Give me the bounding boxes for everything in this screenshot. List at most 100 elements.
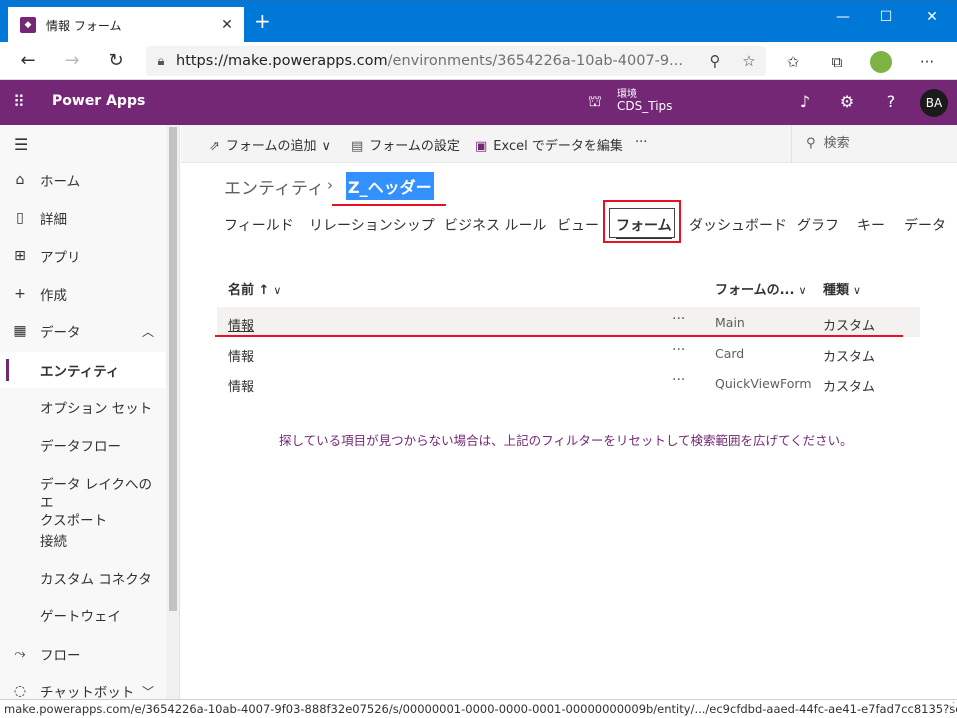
hamburger-menu-icon[interactable]: ☰ xyxy=(14,135,28,154)
zoom-icon[interactable]: ⚲ xyxy=(698,52,732,70)
minimize-icon[interactable]: — xyxy=(823,5,863,29)
nav-item-label: カスタム コネクタ xyxy=(40,572,152,588)
column-header-label: フォームの... xyxy=(715,283,795,298)
maximize-icon[interactable]: ☐ xyxy=(866,5,906,29)
forward-icon[interactable]: → xyxy=(58,48,86,74)
column-header-label: 種類 xyxy=(823,283,850,298)
nav-item-home[interactable]: ⌂ ホーム xyxy=(0,162,166,198)
more-commands-button[interactable]: ··· xyxy=(635,135,647,150)
add-form-button[interactable]: ⇗ フォームの追加 ∨ xyxy=(209,135,331,154)
red-annotation-underline xyxy=(332,204,446,206)
tab-charts[interactable]: グラフ xyxy=(797,215,839,235)
settings-gear-icon[interactable]: ⚙ xyxy=(836,92,858,111)
browser-menu-icon[interactable]: ··· xyxy=(914,50,940,74)
row-kind: カスタム xyxy=(823,319,876,334)
waffle-icon[interactable]: ⠿ xyxy=(13,93,31,111)
nav-item-gateways[interactable]: ゲートウェイ xyxy=(0,597,166,633)
nav-item-option-sets[interactable]: オプション セット xyxy=(0,389,166,425)
user-avatar[interactable]: BA xyxy=(920,89,948,117)
scroll-thumb[interactable] xyxy=(169,127,177,611)
nav-item-label: オプション セット xyxy=(40,401,153,417)
app-header: ⠿ Power Apps ⛫ 環境 CDS_Tips ♪ ⚙ ? BA xyxy=(0,80,957,125)
nav-scrollbar[interactable] xyxy=(166,125,179,699)
app-name[interactable]: Power Apps xyxy=(52,93,145,109)
table-row[interactable]: 情報 ··· Main カスタム xyxy=(217,307,920,337)
column-header-label: 名前 ↑ xyxy=(228,283,270,298)
tab-dashboards[interactable]: ダッシュボード xyxy=(689,215,787,235)
table-row[interactable]: 情報 ··· QuickViewForm カスタム xyxy=(217,368,920,398)
breadcrumb-entities[interactable]: エンティティ xyxy=(224,174,324,199)
search-box[interactable]: ⚲ 検索 xyxy=(791,125,957,163)
collections-icon[interactable]: ⧉ xyxy=(824,50,850,74)
column-header-kind[interactable]: 種類 ∨ xyxy=(823,279,861,298)
new-tab-button[interactable]: + xyxy=(254,11,271,31)
url-field[interactable]: 🔒︎ https://make.powerapps.com/environmen… xyxy=(146,46,766,76)
refresh-icon[interactable]: ↻ xyxy=(102,48,130,74)
tab-relationships[interactable]: リレーションシップ xyxy=(309,215,435,235)
close-window-icon[interactable]: ✕ xyxy=(912,5,952,29)
nav-item-label: 作成 xyxy=(40,288,67,304)
nav-item-chatbots[interactable]: ◌ チャットボット ﹀ xyxy=(0,673,166,699)
nav-item-label: ホーム xyxy=(40,174,81,190)
environment-name[interactable]: CDS_Tips xyxy=(617,99,672,113)
row-more-button[interactable]: ··· xyxy=(672,372,685,388)
tab-data[interactable]: データ xyxy=(904,215,946,235)
nav-item-entities[interactable]: エンティティ xyxy=(0,352,166,388)
row-more-button[interactable]: ··· xyxy=(672,311,685,327)
nav-item-label: データ レイクへのエ xyxy=(40,477,153,511)
lock-icon: 🔒︎ xyxy=(157,53,165,69)
nav-item-label: データ xyxy=(40,325,81,341)
nav-item-custom-connectors[interactable]: カスタム コネクタ xyxy=(0,560,166,596)
form-settings-button[interactable]: ▤ フォームの設定 xyxy=(351,135,460,154)
add-form-label: フォームの追加 xyxy=(225,139,317,154)
favorite-star-icon[interactable]: ☆ xyxy=(732,52,766,70)
chevron-down-icon: ∨ xyxy=(321,139,332,154)
nav-item-create[interactable]: + 作成 xyxy=(0,276,166,312)
favorites-icon[interactable]: ✩ xyxy=(780,50,806,74)
nav-item-label: フロー xyxy=(40,648,81,664)
form-settings-label: フォームの設定 xyxy=(369,139,460,154)
nav-item-label: ゲートウェイ xyxy=(40,609,121,625)
tab-keys[interactable]: キー xyxy=(857,215,885,235)
tab-business-rules[interactable]: ビジネス ルール xyxy=(444,215,546,235)
row-more-button[interactable]: ··· xyxy=(672,342,685,358)
nav-item-dataflows[interactable]: データフロー xyxy=(0,427,166,463)
breadcrumb-separator: › xyxy=(327,176,333,194)
table-row[interactable]: 情報 ··· Card カスタム xyxy=(217,338,920,368)
page-title: Z_ヘッダー xyxy=(346,172,434,200)
resize-grip-icon: ⋰ xyxy=(945,701,955,712)
column-header-form-type[interactable]: フォームの... ∨ xyxy=(715,279,807,298)
close-tab-icon[interactable]: ✕ xyxy=(216,17,238,33)
chevron-up-icon[interactable]: ︿ xyxy=(142,323,154,340)
column-header-name[interactable]: 名前 ↑ ∨ xyxy=(228,279,281,298)
chevron-down-icon: ∨ xyxy=(798,284,807,297)
nav-item-apps[interactable]: ⊞ アプリ xyxy=(0,238,166,274)
row-form-type: QuickViewForm xyxy=(715,376,812,391)
tab-views[interactable]: ビュー xyxy=(557,215,599,235)
tab-fields[interactable]: フィールド xyxy=(224,215,294,235)
nav-item-learn[interactable]: ▯ 詳細 xyxy=(0,200,166,236)
nav-item-data[interactable]: ▦ データ ︿ xyxy=(0,313,166,349)
row-name-link[interactable]: 情報 xyxy=(228,346,254,365)
search-placeholder: 検索 xyxy=(823,136,850,151)
form-settings-icon: ▤ xyxy=(351,139,364,154)
environment-icon[interactable]: ⛫ xyxy=(588,92,602,112)
browser-tab[interactable]: ◆ 情報 フォーム ✕ xyxy=(8,7,244,43)
nav-item-flows[interactable]: ⤳ フロー xyxy=(0,636,166,672)
back-icon[interactable]: ← xyxy=(14,48,42,74)
row-name-link[interactable]: 情報 xyxy=(228,376,254,395)
edit-in-excel-button[interactable]: ▣ Excel でデータを編集 xyxy=(475,135,623,154)
status-url: make.powerapps.com/e/3654226a-10ab-4007-… xyxy=(4,702,957,716)
nav-item-connections[interactable]: 接続 xyxy=(0,522,166,558)
chevron-down-icon[interactable]: ﹀ xyxy=(142,683,154,700)
row-name-link[interactable]: 情報 xyxy=(228,315,254,334)
nav-item-label: 接続 xyxy=(40,534,67,550)
row-form-type: Main xyxy=(715,315,745,330)
search-icon: ⚲ xyxy=(806,136,816,151)
profile-icon[interactable] xyxy=(868,50,894,74)
notification-bell-icon[interactable]: ♪ xyxy=(794,92,816,111)
tab-title: 情報 フォーム xyxy=(46,18,122,33)
plus-icon: + xyxy=(14,286,26,302)
filter-hint-message: 探している項目が見つからない場合は、上記のフィルターをリセットして検索範囲を広げ… xyxy=(279,433,853,448)
help-icon[interactable]: ? xyxy=(880,92,902,111)
